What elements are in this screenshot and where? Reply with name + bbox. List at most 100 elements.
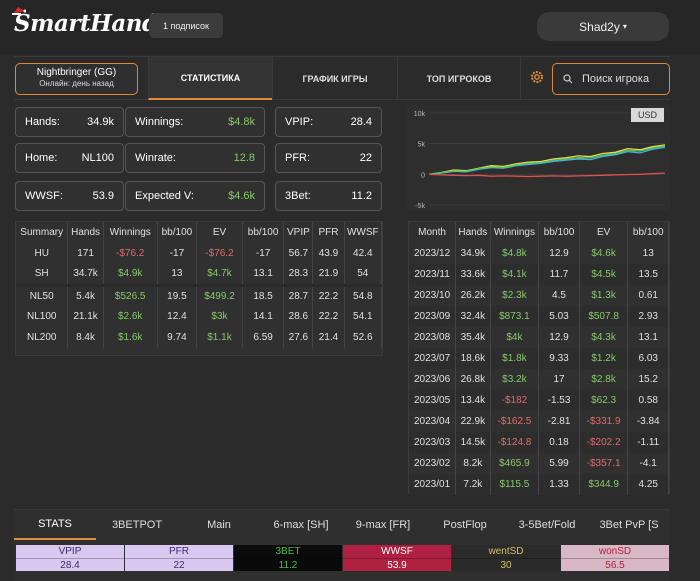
column-header[interactable]: bb/100 [242, 222, 285, 243]
tab-statistics[interactable]: СТАТИСТИКА [148, 57, 272, 100]
table-cell: 12.9 [538, 243, 580, 264]
table-cell: $507.8 [579, 306, 629, 327]
table-cell: -2.81 [538, 411, 580, 432]
currency-badge[interactable]: USD [631, 108, 664, 122]
table-cell: $1.3k [579, 285, 629, 306]
hud-tab[interactable]: 3-5Bet/Fold [506, 510, 588, 540]
hud-stat: wentSD 30 [452, 545, 560, 571]
hud-stat-value: 30 [452, 558, 560, 571]
table-row: NL200 8.4k $1.6k 9.74 $1.1k 6.59 27.6 21.4 52.6 [16, 327, 383, 348]
table-cell: -$76.2 [196, 243, 243, 264]
hud-stat-label: PFR [169, 546, 189, 557]
column-header[interactable]: VPIP [283, 222, 314, 243]
hud-tab[interactable]: Main [178, 510, 260, 540]
table-cell: 2023/06 [409, 369, 457, 390]
table-row: 2023/07 18.6k $1.8k 9.33 $1.2k 6.03 [409, 348, 669, 369]
table-cell: -3.84 [627, 411, 669, 432]
table-cell: 9.74 [157, 327, 198, 348]
table-cell: $4.6k [579, 243, 629, 264]
hud-tab[interactable]: STATS [14, 510, 96, 540]
chart-series-line [428, 172, 666, 178]
table-cell: 2023/03 [409, 432, 457, 453]
column-header[interactable]: bb/100 [157, 222, 198, 243]
stat-value: 11.2 [351, 190, 372, 202]
hud-tab[interactable]: 3BETPOT [96, 510, 178, 540]
table-cell: 54.1 [344, 306, 383, 327]
chart-series-line [428, 144, 666, 175]
hud-tab[interactable]: 9-max [FR] [342, 510, 424, 540]
table-cell: 27.6 [283, 327, 314, 348]
table-row: NL50 5.4k $526.5 19.5 $499.2 18.5 28.7 22.2 54.8 [16, 283, 383, 306]
table-cell: $4.8k [490, 243, 540, 264]
table-cell: 54 [344, 264, 383, 285]
top-bar: SmartHand 1 подписок Shad2y ▾ [0, 0, 700, 54]
table-cell: 8.2k [455, 453, 491, 474]
column-header[interactable]: Winnings [490, 222, 540, 243]
tab-top-players[interactable]: ТОП ИГРОКОВ [397, 57, 521, 100]
table-cell: 6.59 [242, 327, 285, 348]
table-cell: $344.9 [579, 474, 629, 495]
stat-value: $4.8k [228, 116, 255, 128]
table-cell: $1.2k [579, 348, 629, 369]
table-cell: -$162.5 [490, 411, 540, 432]
table-cell: 6.03 [627, 348, 669, 369]
column-header[interactable]: PFR [312, 222, 345, 243]
stat-card: Hands: 34.9k [15, 107, 124, 137]
stat-card: Expected V: $4.6k [125, 181, 265, 211]
hud-stat: wonSD 56.5 [561, 545, 669, 571]
table-cell: 28.7 [283, 283, 314, 306]
summary-panel: Summary Hands Winnings bb/100 EV bb/100 VPIP PF… [15, 221, 383, 356]
table-cell: 11.7 [538, 264, 580, 285]
column-header[interactable]: Summary [16, 222, 69, 243]
column-header[interactable]: Month [409, 222, 457, 243]
logo[interactable]: SmartHand [14, 10, 158, 37]
column-header[interactable]: EV [579, 222, 629, 243]
table-cell: 13.1 [242, 264, 285, 285]
hud-stat-label: wonSD [598, 546, 632, 557]
column-header[interactable]: Winnings [103, 222, 158, 243]
table-cell: 28.3 [283, 264, 314, 285]
table-cell: -$182 [490, 390, 540, 411]
player-status: Онлайн: день назад [39, 79, 114, 88]
player-name: Nightbringer (GG) [36, 67, 117, 78]
stat-label: Winrate: [135, 152, 176, 164]
column-header[interactable]: bb/100 [627, 222, 669, 243]
table-cell: $4k [490, 327, 540, 348]
table-cell: -1.11 [627, 432, 669, 453]
column-header[interactable]: WWSF [344, 222, 383, 243]
table-cell: 35.4k [455, 327, 491, 348]
table-row: 2023/06 26.8k $3.2k 17 $2.8k 15.2 [409, 369, 669, 390]
table-row: HU 171 -$76.2 -17 -$76.2 -17 56.7 43.9 42.4 [16, 243, 383, 264]
column-header[interactable]: EV [196, 222, 243, 243]
monthly-table: Month Hands Winnings bb/100 EV bb/100 2023/12… [409, 222, 669, 495]
player-badge[interactable]: Nightbringer (GG) Онлайн: день назад [15, 63, 138, 95]
nav-row: Nightbringer (GG) Онлайн: день назад СТА… [14, 56, 670, 100]
subscriptions-button[interactable]: 1 подписок [149, 13, 223, 38]
hud-tab[interactable]: 6-max [SH] [260, 510, 342, 540]
stat-value: NL100 [81, 152, 114, 164]
column-header[interactable]: Hands [67, 222, 104, 243]
table-cell: 2023/09 [409, 306, 457, 327]
hud-stat: PFR 22 [125, 545, 233, 571]
stat-card: VPIP: 28.4 [275, 107, 382, 137]
hud-tab[interactable]: PostFlop [424, 510, 506, 540]
user-menu-button[interactable]: Shad2y ▾ [537, 12, 669, 41]
chart-y-tick-label: -5k [415, 203, 425, 210]
player-search-input[interactable]: Поиск игрока [552, 63, 670, 95]
tab-game-chart[interactable]: ГРАФИК ИГРЫ [272, 57, 397, 100]
table-row: 2023/01 7.2k $115.5 1.33 $344.9 4.25 [409, 474, 669, 495]
column-header[interactable]: Hands [455, 222, 491, 243]
table-cell: 7.2k [455, 474, 491, 495]
chart-y-tick-label: 5k [418, 142, 426, 149]
table-cell: 42.4 [344, 243, 383, 264]
hud-tab[interactable]: 3Bet PvP [S [588, 510, 670, 540]
table-cell: $2.6k [103, 306, 158, 327]
hud-stat-value: 56.5 [561, 558, 669, 571]
gear-icon[interactable] [529, 69, 545, 85]
table-cell: $1.6k [103, 327, 158, 348]
column-header[interactable]: bb/100 [538, 222, 580, 243]
table-cell: 14.1 [242, 306, 285, 327]
hud-stat: 3BET 11.2 [234, 545, 342, 571]
table-cell: 2023/12 [409, 243, 457, 264]
table-cell: 18.6k [455, 348, 491, 369]
